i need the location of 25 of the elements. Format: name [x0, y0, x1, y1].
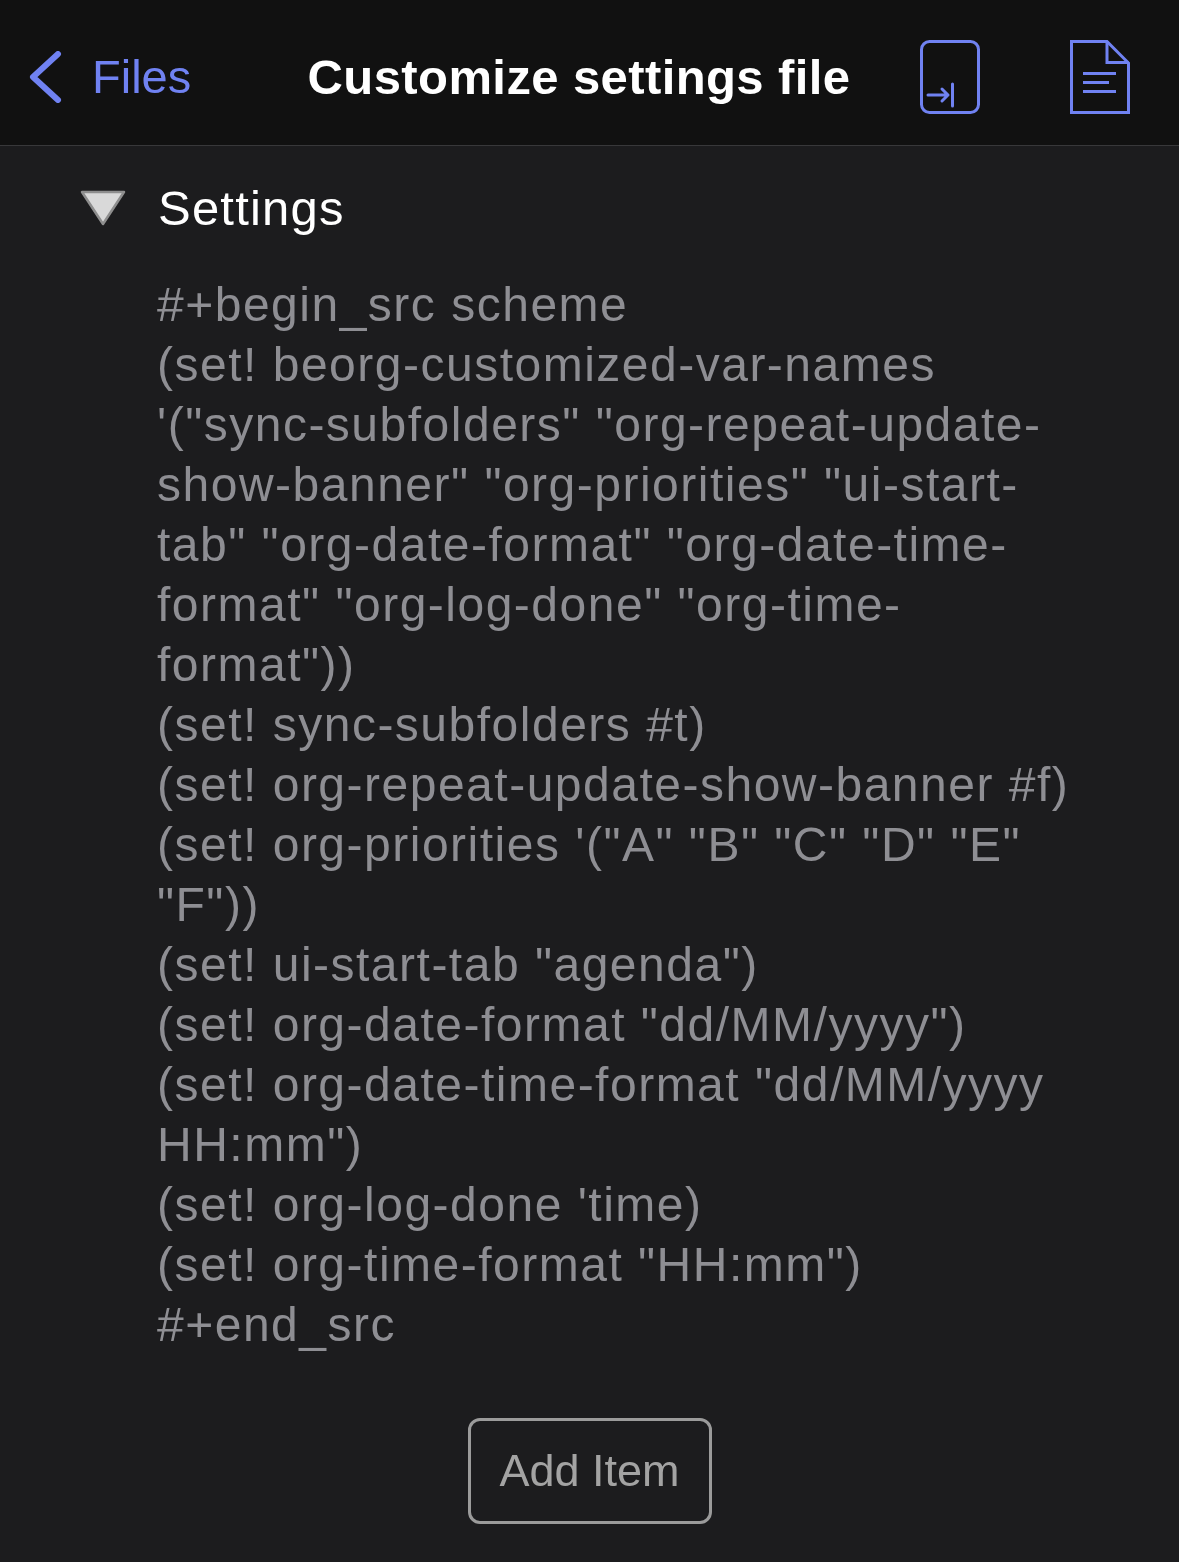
document-icon[interactable]: [1070, 39, 1130, 114]
code-line: HH:mm"): [157, 1117, 364, 1173]
code-line: "F")): [157, 877, 260, 933]
code-line: (set! org-priorities '("A" "B" "C" "D" "E": [157, 817, 1022, 873]
code-line: (set! org-time-format "HH:mm"): [157, 1237, 863, 1293]
back-button[interactable]: Files: [28, 49, 192, 104]
code-line: show-banner" "org-priorities" "ui-start-: [157, 457, 1019, 513]
code-line: (set! beorg-customized-var-names: [157, 337, 936, 393]
code-line: (set! org-repeat-update-show-banner #f): [157, 757, 1070, 813]
code-line: tab" "org-date-format" "org-date-time-: [157, 517, 1008, 573]
add-item-button[interactable]: Add Item: [467, 1418, 712, 1524]
code-line: '("sync-subfolders" "org-repeat-update-: [157, 397, 1042, 453]
chevron-left-icon: [28, 50, 62, 103]
code-line: format" "org-log-done" "org-time-: [157, 577, 902, 633]
code-line: (set! org-date-time-format "dd/MM/yyyy: [157, 1057, 1045, 1113]
window-title: Customize settings file: [307, 48, 851, 105]
code-line: (set! org-date-format "dd/MM/yyyy"): [157, 997, 967, 1053]
code-line: (set! ui-start-tab "agenda"): [157, 937, 759, 993]
code-line: format")): [157, 637, 356, 693]
disclosure-triangle-icon[interactable]: [80, 190, 126, 226]
section-title: Settings: [158, 180, 345, 236]
code-line: (set! org-log-done 'time): [157, 1177, 703, 1233]
code-line: #+begin_src scheme: [157, 277, 629, 333]
code-line: #+end_src: [157, 1297, 396, 1353]
code-line: (set! sync-subfolders #t): [157, 697, 707, 753]
